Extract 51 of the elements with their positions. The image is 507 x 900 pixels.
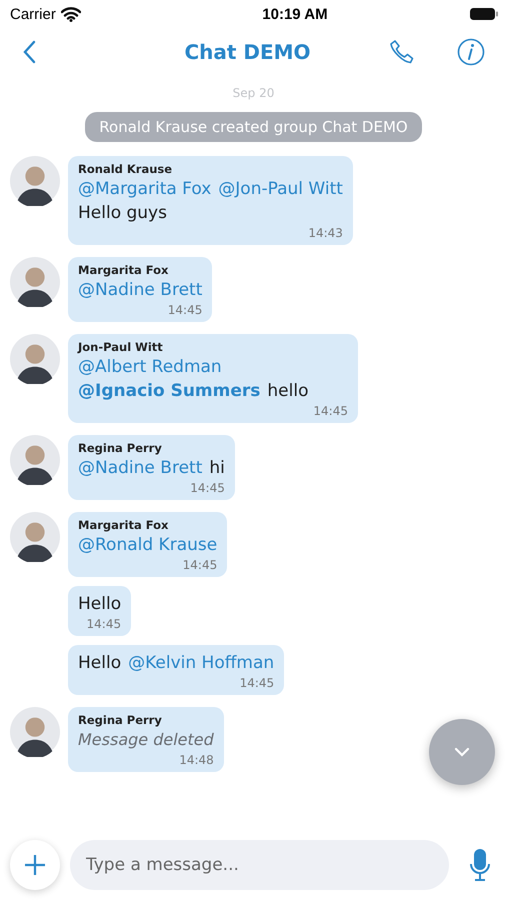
chevron-down-icon [454, 747, 470, 757]
message-text: Hello [78, 593, 122, 616]
message-time: 14:45 [313, 404, 348, 418]
system-message: Ronald Krause created group Chat DEMO [85, 112, 422, 142]
sender-name: Regina Perry [78, 441, 163, 455]
avatar[interactable] [10, 156, 60, 206]
phone-icon [389, 39, 415, 65]
mention-link[interactable]: @Margarita Fox [78, 177, 212, 201]
sender-name: Ronald Krause [78, 162, 174, 176]
add-button[interactable] [10, 840, 60, 890]
avatar[interactable] [10, 257, 60, 307]
message-time: 14:45 [86, 617, 122, 631]
chat-title: Chat DEMO [184, 40, 311, 64]
message-time: 14:45 [182, 558, 218, 572]
clock-time: 10:19 AM [262, 6, 328, 22]
microphone-button[interactable] [467, 846, 493, 884]
date-separator: Sep 20 [232, 86, 274, 100]
mention-link[interactable]: @Ronald Krause [78, 533, 218, 557]
mention-link[interactable]: @Nadine Brett [78, 456, 202, 480]
message-time: 14:45 [190, 481, 225, 495]
mention-link[interactable]: @Albert Redman [78, 355, 222, 379]
avatar[interactable] [10, 334, 60, 384]
deleted-notice: Message deleted [78, 729, 214, 751]
wifi-icon [60, 6, 81, 22]
microphone-icon [469, 848, 491, 882]
sender-name: Jon-Paul Witt [78, 340, 164, 354]
message-time: 14:45 [240, 676, 274, 690]
info-button[interactable] [455, 36, 487, 68]
message-text: hello [267, 380, 308, 403]
message-time: 14:45 [168, 303, 202, 317]
sender-name: Margarita Fox [78, 518, 170, 532]
message-time: 14:43 [308, 226, 343, 240]
message-text: hi [209, 457, 225, 480]
message-time: 14:48 [179, 753, 214, 767]
battery-icon [469, 7, 499, 21]
sender-name: Margarita Fox [78, 263, 170, 277]
plus-icon [24, 854, 46, 876]
sender-name: Regina Perry [78, 713, 163, 727]
message-text: Hello guys [78, 202, 167, 225]
message-input[interactable]: Type a message... [70, 840, 449, 890]
info-icon [457, 38, 485, 66]
message-text: Hello [78, 652, 122, 675]
avatar[interactable] [10, 707, 60, 757]
mention-link[interactable]: @Jon-Paul Witt [218, 177, 343, 201]
avatar[interactable] [10, 435, 60, 485]
avatar[interactable] [10, 512, 60, 562]
mention-link[interactable]: @Nadine Brett [78, 278, 202, 302]
carrier-label: Carrier [10, 6, 56, 22]
mention-link[interactable]: @Ignacio Summers [78, 379, 260, 403]
mention-link[interactable]: @Kelvin Hoffman [128, 651, 274, 675]
chevron-left-icon [22, 40, 36, 64]
